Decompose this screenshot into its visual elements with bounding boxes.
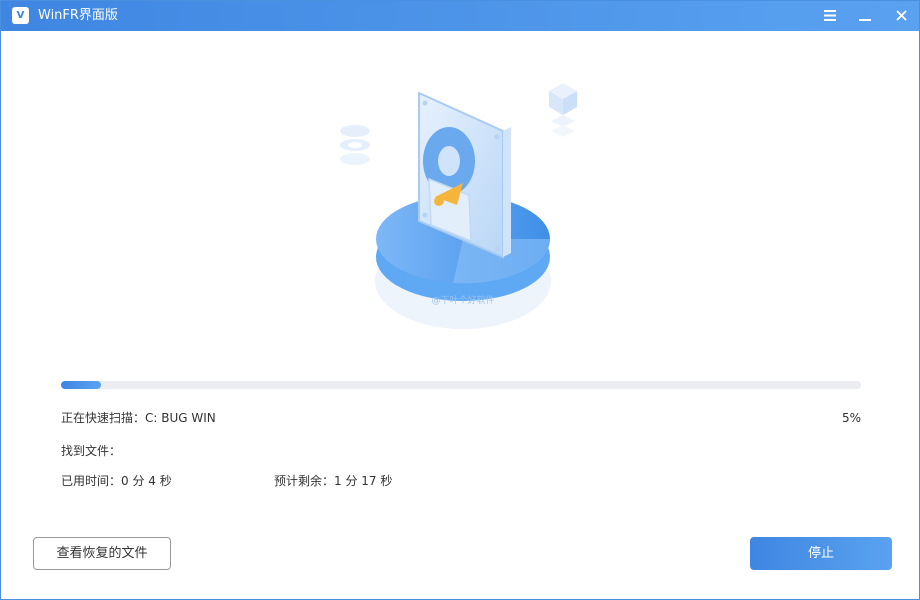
title-bar: V WinFR界面版 <box>1 1 919 31</box>
scan-status-label: 正在快速扫描： <box>61 411 146 425</box>
minimize-icon <box>859 19 871 21</box>
view-recovered-files-button[interactable]: 查看恢复的文件 <box>33 537 171 570</box>
scan-percent: 5% <box>841 411 861 425</box>
menu-button[interactable] <box>818 5 842 27</box>
elapsed-time: 已用时间：0 分 4 秒 <box>61 473 172 489</box>
scan-status: 正在快速扫描：C: BUG WIN <box>61 410 216 426</box>
minimize-button[interactable] <box>853 5 877 27</box>
app-window: V WinFR界面版 @下叶个好软件 正在快速扫描：C: BUG WIN 5% … <box>0 0 920 600</box>
close-icon <box>895 10 907 21</box>
hamburger-icon <box>824 10 836 21</box>
stop-button[interactable]: 停止 <box>750 537 892 570</box>
found-files-label: 找到文件： <box>61 444 122 458</box>
remaining-label: 预计剩余： <box>274 474 335 488</box>
scan-drive: C: BUG WIN <box>145 411 216 425</box>
gear-icon <box>340 125 370 165</box>
remaining-time: 预计剩余：1 分 17 秒 <box>274 473 392 489</box>
scan-progress-bar <box>61 381 861 389</box>
close-button[interactable] <box>889 5 913 27</box>
scan-progress-fill <box>61 381 101 389</box>
cube-icon <box>549 83 577 137</box>
elapsed-value: 0 分 4 秒 <box>121 474 172 488</box>
watermark-text: @下叶个好软件 <box>431 294 494 306</box>
hard-drive-scan-illustration: @下叶个好软件 <box>340 83 577 329</box>
app-logo-icon: V <box>12 7 29 24</box>
remaining-value: 1 分 17 秒 <box>334 474 393 488</box>
elapsed-label: 已用时间： <box>61 474 122 488</box>
app-title: WinFR界面版 <box>38 8 118 23</box>
